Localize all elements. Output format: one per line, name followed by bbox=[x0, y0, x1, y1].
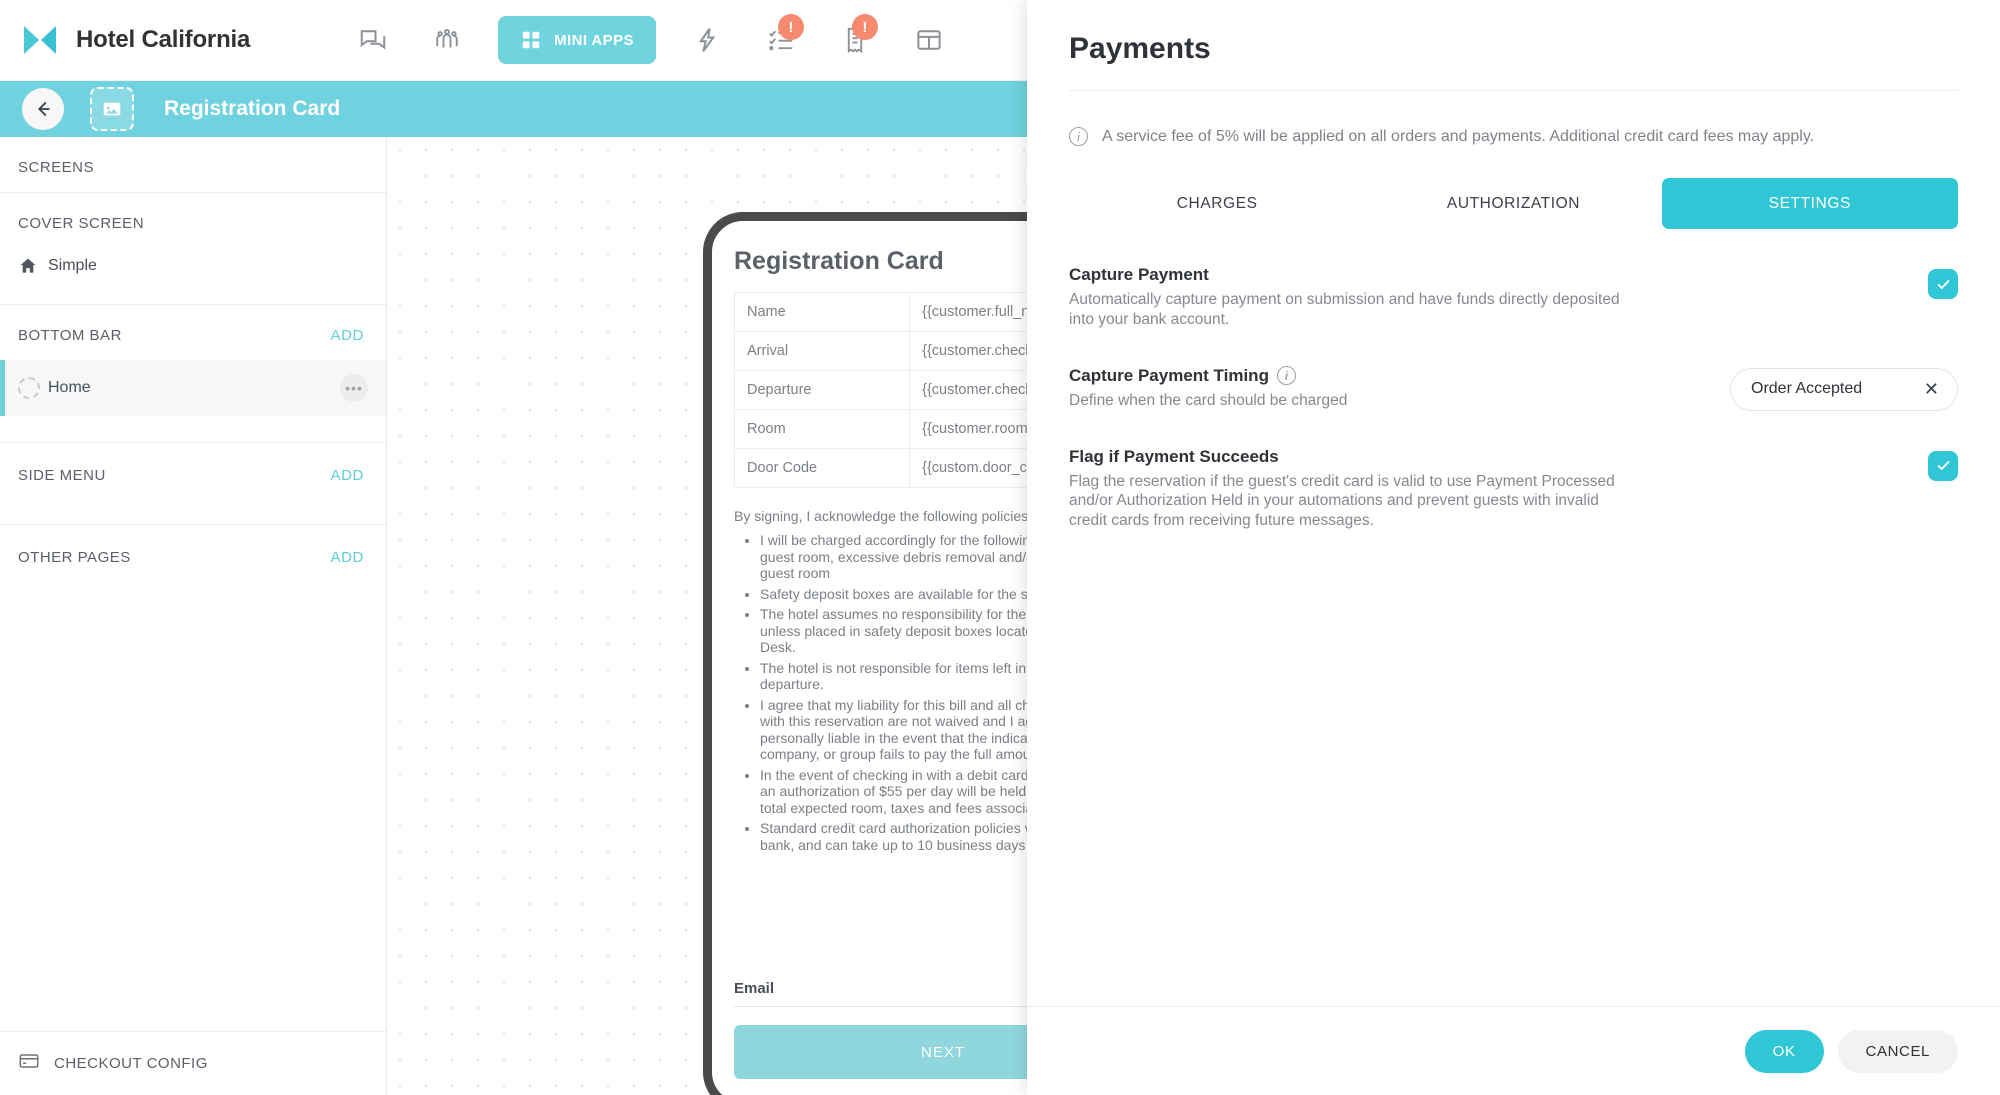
bowtie-logo-icon[interactable] bbox=[22, 22, 58, 58]
sidebar-other-pages-label: OTHER PAGES bbox=[18, 549, 131, 566]
lightning-icon[interactable] bbox=[670, 12, 744, 68]
table-icon[interactable] bbox=[892, 12, 966, 68]
setting-description: Define when the card should be charged bbox=[1069, 391, 1348, 409]
image-placeholder-icon[interactable] bbox=[90, 87, 134, 131]
setting-title-label: Capture Payment bbox=[1069, 265, 1209, 284]
credit-card-icon bbox=[18, 1050, 40, 1077]
mini-apps-button[interactable]: MINI APPS bbox=[498, 16, 656, 64]
setting-text: Capture Payment Automatically capture pay… bbox=[1069, 265, 1639, 330]
other-pages-add-button[interactable]: ADD bbox=[331, 549, 364, 566]
setting-text: Capture Payment Timing i Define when the c… bbox=[1069, 366, 1347, 411]
select-value: Order Accepted bbox=[1751, 380, 1863, 398]
panel-tabs: CHARGES AUTHORIZATION SETTINGS bbox=[1069, 178, 1958, 229]
home-icon bbox=[18, 256, 48, 276]
setting-title: Flag if Payment Succeeds bbox=[1069, 447, 1639, 467]
cancel-button[interactable]: CANCEL bbox=[1837, 1029, 1958, 1073]
tab-settings[interactable]: SETTINGS bbox=[1661, 178, 1958, 229]
chat-icon[interactable] bbox=[336, 12, 410, 68]
setting-checkbox[interactable] bbox=[1928, 450, 1958, 481]
service-fee-note: i A service fee of 5% will be applied on… bbox=[1069, 127, 1958, 146]
ok-button[interactable]: OK bbox=[1744, 1029, 1824, 1073]
setting-title-label: Capture Payment Timing bbox=[1069, 365, 1269, 385]
receipt-badge: ! bbox=[851, 14, 878, 40]
sidebar-section-screens: SCREENS bbox=[0, 137, 386, 193]
table-cell-key: Room bbox=[733, 409, 911, 449]
brand-title: Hotel California bbox=[76, 26, 251, 53]
setting-description: Flag the reservation if the guest's cred… bbox=[1069, 472, 1615, 530]
dashed-circle-icon bbox=[18, 377, 48, 399]
payments-panel: Payments i A service fee of 5% will be a… bbox=[1027, 0, 2000, 1095]
setting-row: Capture Payment Timing i Define when the c… bbox=[1069, 366, 1958, 411]
arrow-left-icon[interactable] bbox=[22, 88, 64, 130]
sidebar-item-home[interactable]: Home ••• bbox=[0, 360, 386, 416]
side-menu-add-button[interactable]: ADD bbox=[331, 467, 364, 484]
sidebar-section-bottom-bar: BOTTOM BAR ADD Home ••• bbox=[0, 305, 386, 443]
info-icon[interactable]: i bbox=[1276, 366, 1296, 386]
check-icon bbox=[1937, 279, 1949, 289]
setting-description: Automatically capture payment on submiss… bbox=[1069, 291, 1620, 328]
close-icon[interactable]: ✕ bbox=[1924, 379, 1939, 400]
sidebar-item-label: Simple bbox=[48, 257, 97, 274]
capture-timing-select[interactable]: Order Accepted ✕ bbox=[1730, 367, 1958, 411]
sidebar-item-label: Home bbox=[48, 379, 91, 396]
table-cell-key: Door Code bbox=[733, 448, 911, 488]
sidebar-bottom-bar-label: BOTTOM BAR bbox=[18, 327, 122, 344]
receipt-icon[interactable]: ! bbox=[818, 12, 892, 68]
tab-authorization[interactable]: AUTHORIZATION bbox=[1365, 178, 1661, 229]
page-title: Registration Card bbox=[164, 97, 341, 120]
table-cell-key: Name bbox=[733, 292, 911, 332]
checkout-config-label: CHECKOUT CONFIG bbox=[54, 1055, 208, 1072]
setting-title-label: Flag if Payment Succeeds bbox=[1069, 446, 1279, 466]
sidebar-section-side-menu: SIDE MENU ADD bbox=[0, 443, 386, 525]
bottom-bar-add-button[interactable]: ADD bbox=[331, 327, 364, 344]
sidebar-section-other-pages: OTHER PAGES ADD bbox=[0, 525, 386, 582]
sidebar-section-cover-screen: COVER SCREEN Simple bbox=[0, 193, 386, 305]
nav-icon-group: MINI APPS ! ! bbox=[336, 12, 966, 68]
people-icon[interactable] bbox=[410, 12, 484, 68]
sidebar-side-menu-label: SIDE MENU bbox=[18, 467, 106, 484]
sidebar-item-simple[interactable]: Simple bbox=[0, 242, 364, 290]
info-icon: i bbox=[1069, 127, 1088, 146]
tasks-badge: ! bbox=[777, 14, 804, 40]
table-cell-key: Arrival bbox=[733, 331, 911, 371]
setting-checkbox[interactable] bbox=[1928, 269, 1958, 299]
sidebar-item-menu-button[interactable]: ••• bbox=[340, 374, 368, 402]
settings-list: Capture Payment Automatically capture pay… bbox=[1069, 265, 1958, 531]
setting-title: Capture Payment bbox=[1069, 265, 1639, 285]
setting-title: Capture Payment Timing i bbox=[1069, 366, 1347, 386]
left-sidebar: SCREENS COVER SCREEN Simple BOTTOM BAR A… bbox=[0, 137, 387, 1095]
email-field-label: Email bbox=[734, 980, 775, 997]
service-fee-text: A service fee of 5% will be applied on a… bbox=[1102, 127, 1815, 145]
setting-row: Capture Payment Automatically capture pay… bbox=[1069, 265, 1958, 330]
tasks-icon[interactable]: ! bbox=[744, 12, 818, 68]
panel-title: Payments bbox=[1069, 0, 1958, 91]
grid-icon bbox=[522, 31, 540, 49]
panel-footer: OK CANCEL bbox=[1027, 1006, 2000, 1095]
checkout-config-button[interactable]: CHECKOUT CONFIG bbox=[0, 1031, 387, 1095]
table-cell-key: Departure bbox=[733, 370, 911, 410]
check-icon bbox=[1937, 461, 1949, 471]
tab-charges[interactable]: CHARGES bbox=[1069, 178, 1365, 229]
panel-body: i A service fee of 5% will be applied on… bbox=[1027, 91, 2000, 1006]
setting-row: Flag if Payment Succeeds Flag the reserva… bbox=[1069, 447, 1958, 531]
sidebar-cover-screen-label: COVER SCREEN bbox=[18, 215, 145, 232]
mini-apps-label: MINI APPS bbox=[554, 31, 634, 49]
sidebar-screens-label: SCREENS bbox=[18, 159, 95, 176]
setting-text: Flag if Payment Succeeds Flag the reserva… bbox=[1069, 447, 1639, 531]
